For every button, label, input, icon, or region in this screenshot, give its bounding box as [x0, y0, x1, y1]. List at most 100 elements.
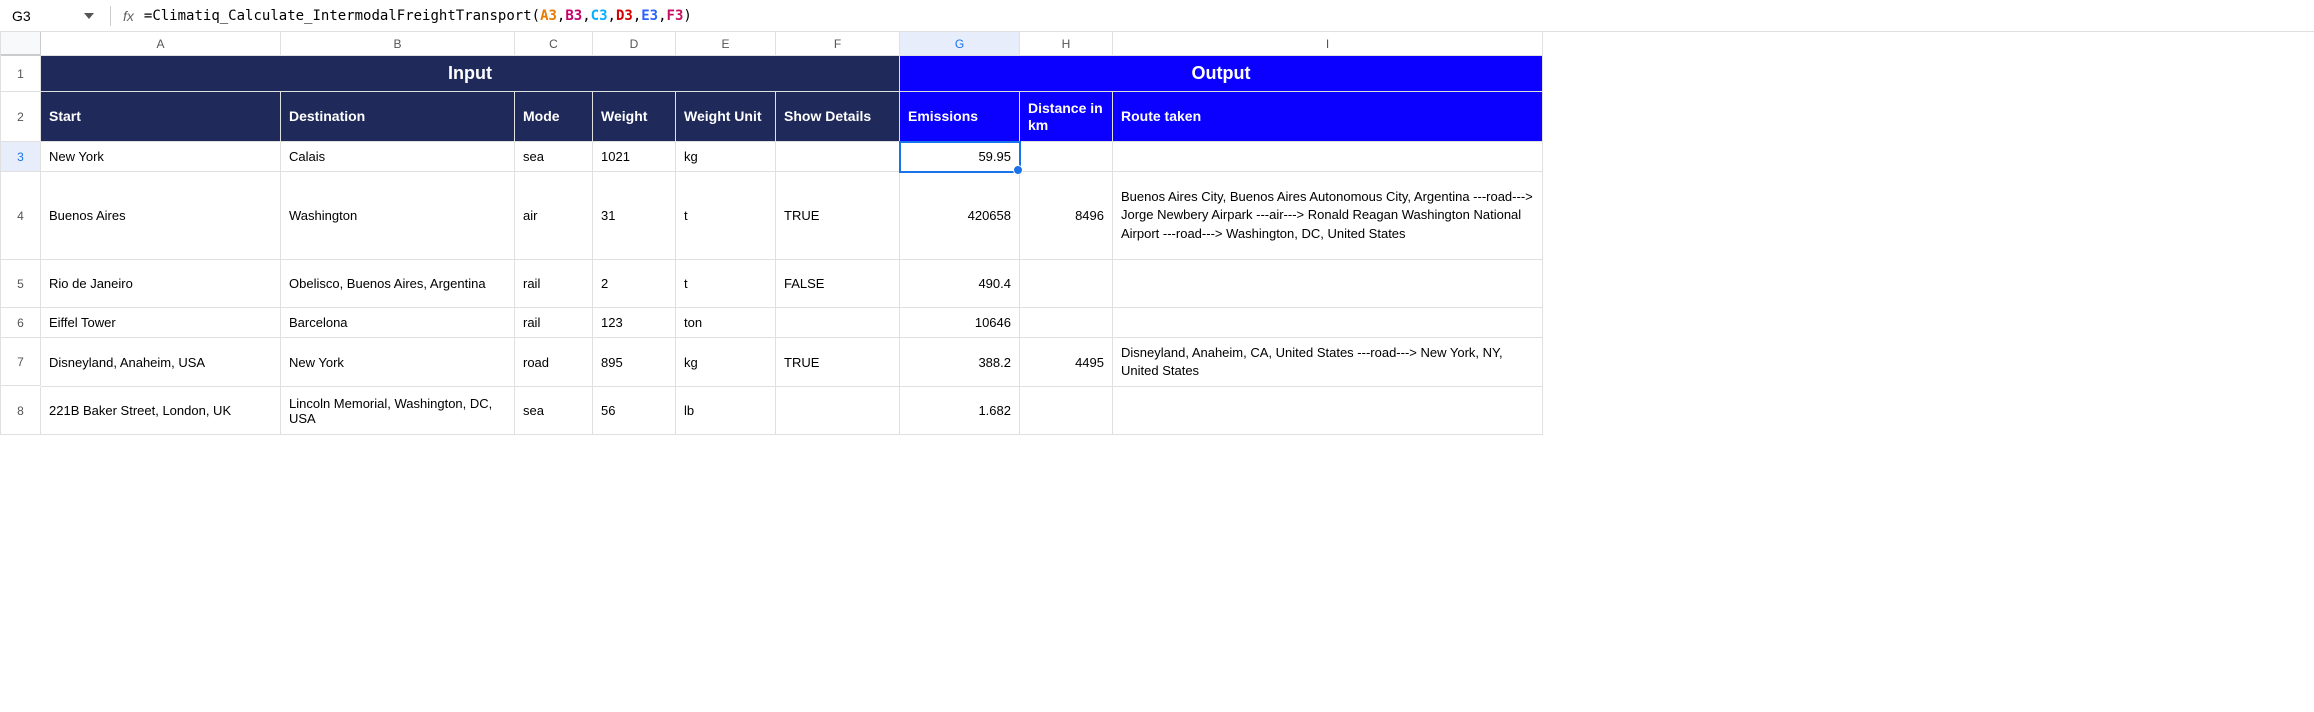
hdr-weight-unit[interactable]: Weight Unit	[676, 92, 776, 142]
col-header-C[interactable]: C	[515, 32, 593, 56]
cell-H5[interactable]	[1020, 260, 1113, 308]
cell-G8[interactable]: 1.682	[900, 387, 1020, 435]
formula-arg-2: C3	[591, 8, 608, 24]
cell-E6[interactable]: ton	[676, 308, 776, 338]
cell-I6[interactable]	[1113, 308, 1543, 338]
row-header-7[interactable]: 7	[1, 338, 41, 386]
cell-I7[interactable]: Disneyland, Anaheim, CA, United States -…	[1113, 338, 1543, 387]
cell-B6[interactable]: Barcelona	[281, 308, 515, 338]
cell-I8[interactable]	[1113, 387, 1543, 435]
formula-bar[interactable]: =Climatiq_Calculate_IntermodalFreightTra…	[140, 8, 2310, 24]
cell-D4[interactable]: 31	[593, 172, 676, 260]
row-header-8[interactable]: 8	[1, 387, 41, 435]
hdr-start[interactable]: Start	[41, 92, 281, 142]
formula-arg-1: B3	[565, 8, 582, 24]
hdr-emissions[interactable]: Emissions	[900, 92, 1020, 142]
col-header-D[interactable]: D	[593, 32, 676, 56]
cell-A7[interactable]: Disneyland, Anaheim, USA	[41, 338, 281, 387]
hdr-mode[interactable]: Mode	[515, 92, 593, 142]
cell-G5[interactable]: 490.4	[900, 260, 1020, 308]
hdr-distance[interactable]: Distance in km	[1020, 92, 1113, 142]
col-header-I[interactable]: I	[1113, 32, 1543, 56]
row-header-4[interactable]: 4	[1, 172, 41, 260]
cell-C3[interactable]: sea	[515, 142, 593, 172]
cell-B7[interactable]: New York	[281, 338, 515, 387]
cell-E8[interactable]: lb	[676, 387, 776, 435]
open-paren: (	[532, 8, 540, 24]
cell-E3[interactable]: kg	[676, 142, 776, 172]
name-box-dropdown[interactable]	[74, 11, 104, 21]
formula-arg-5: F3	[667, 8, 684, 24]
col-header-H[interactable]: H	[1020, 32, 1113, 56]
cell-G7[interactable]: 388.2	[900, 338, 1020, 387]
name-box-input[interactable]	[4, 8, 74, 24]
cell-F4[interactable]: TRUE	[776, 172, 900, 260]
formula-arg-3: D3	[616, 8, 633, 24]
cell-A3[interactable]: New York	[41, 142, 281, 172]
row-header-2[interactable]: 2	[1, 92, 41, 142]
row-header-3[interactable]: 3	[1, 142, 41, 172]
cell-B3[interactable]: Calais	[281, 142, 515, 172]
cell-A4[interactable]: Buenos Aires	[41, 172, 281, 260]
cell-C6[interactable]: rail	[515, 308, 593, 338]
cell-H6[interactable]	[1020, 308, 1113, 338]
hdr-weight[interactable]: Weight	[593, 92, 676, 142]
formula-row: fx =Climatiq_Calculate_IntermodalFreight…	[0, 0, 2314, 32]
cell-A5[interactable]: Rio de Janeiro	[41, 260, 281, 308]
cell-C5[interactable]: rail	[515, 260, 593, 308]
formula-arg-4: E3	[641, 8, 658, 24]
cell-F8[interactable]	[776, 387, 900, 435]
cell-C7[interactable]: road	[515, 338, 593, 387]
cell-G3[interactable]: 59.95	[900, 142, 1020, 172]
col-header-E[interactable]: E	[676, 32, 776, 56]
sheet-grid: A B C D E F G H I 1 Input Output 2 Start…	[0, 32, 2314, 435]
formula-arg-0: A3	[540, 8, 557, 24]
hdr-destination[interactable]: Destination	[281, 92, 515, 142]
cell-E7[interactable]: kg	[676, 338, 776, 387]
row-header-6[interactable]: 6	[1, 308, 41, 338]
cell-D3[interactable]: 1021	[593, 142, 676, 172]
cell-A8[interactable]: 221B Baker Street, London, UK	[41, 387, 281, 435]
chevron-down-icon	[84, 11, 94, 21]
cell-D7[interactable]: 895	[593, 338, 676, 387]
close-paren: )	[683, 8, 691, 24]
cell-G4[interactable]: 420658	[900, 172, 1020, 260]
hdr-route[interactable]: Route taken	[1113, 92, 1543, 142]
cell-I3[interactable]	[1113, 142, 1543, 172]
col-header-B[interactable]: B	[281, 32, 515, 56]
col-header-G[interactable]: G	[900, 32, 1020, 56]
cell-H7[interactable]: 4495	[1020, 338, 1113, 387]
select-all-corner[interactable]	[1, 32, 41, 56]
cell-I4[interactable]: Buenos Aires City, Buenos Aires Autonomo…	[1113, 172, 1543, 260]
cell-B4[interactable]: Washington	[281, 172, 515, 260]
hdr-show-details[interactable]: Show Details	[776, 92, 900, 142]
cell-G6[interactable]: 10646	[900, 308, 1020, 338]
cell-F6[interactable]	[776, 308, 900, 338]
cell-D8[interactable]: 56	[593, 387, 676, 435]
cell-F7[interactable]: TRUE	[776, 338, 900, 387]
cell-B5[interactable]: Obelisco, Buenos Aires, Argentina	[281, 260, 515, 308]
cell-E4[interactable]: t	[676, 172, 776, 260]
fx-label: fx	[117, 8, 140, 24]
cell-C8[interactable]: sea	[515, 387, 593, 435]
cell-B8[interactable]: Lincoln Memorial, Washington, DC, USA	[281, 387, 515, 435]
cell-E5[interactable]: t	[676, 260, 776, 308]
row-header-5[interactable]: 5	[1, 260, 41, 308]
row-header-1[interactable]: 1	[1, 56, 41, 92]
cell-A6[interactable]: Eiffel Tower	[41, 308, 281, 338]
cell-C4[interactable]: air	[515, 172, 593, 260]
cell-H3[interactable]	[1020, 142, 1113, 172]
col-header-A[interactable]: A	[41, 32, 281, 56]
cell-F3[interactable]	[776, 142, 900, 172]
formula-fn: Climatiq_Calculate_IntermodalFreightTran…	[152, 8, 531, 24]
cell-D6[interactable]: 123	[593, 308, 676, 338]
section-header-input[interactable]: Input	[41, 56, 900, 92]
section-header-output[interactable]: Output	[900, 56, 1543, 92]
cell-I5[interactable]	[1113, 260, 1543, 308]
cell-D5[interactable]: 2	[593, 260, 676, 308]
cell-F5[interactable]: FALSE	[776, 260, 900, 308]
cell-H4[interactable]: 8496	[1020, 172, 1113, 260]
cell-H8[interactable]	[1020, 387, 1113, 435]
separator	[110, 6, 111, 26]
col-header-F[interactable]: F	[776, 32, 900, 56]
